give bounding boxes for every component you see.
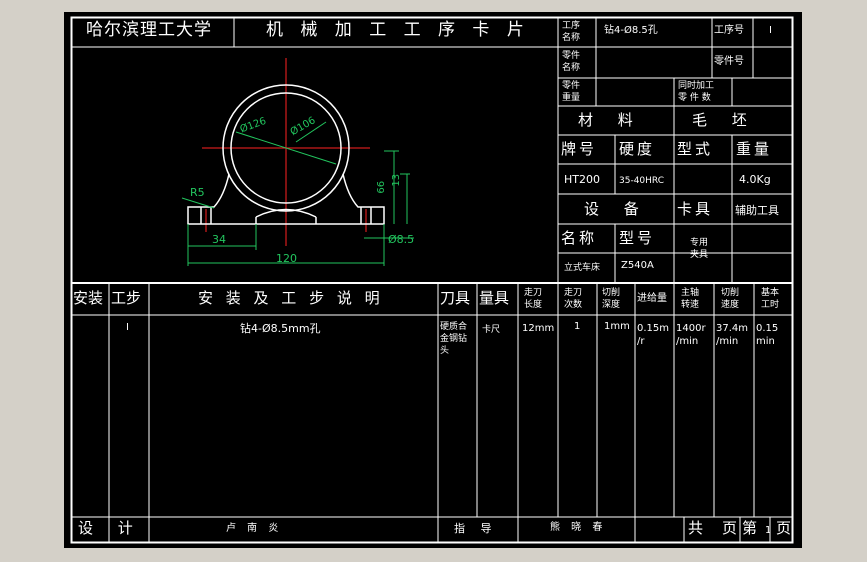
- process-card: 哈尔滨理工大学 机 械 加 工 工 序 卡 片 工序 名称 钻4-Ø8.5孔 工…: [64, 12, 802, 548]
- th-spindle-speed: 主轴 转速: [681, 288, 700, 310]
- row-depth: 1mm: [604, 321, 630, 332]
- center-lines: [202, 58, 370, 246]
- process-number-label: 工序号: [714, 25, 744, 36]
- equipment-model-label: 型号: [619, 229, 656, 247]
- row-description: 钻4-Ø8.5mm孔: [240, 322, 321, 335]
- dim-r5: R5: [190, 186, 205, 199]
- part-weight-label: 零件 重量: [562, 81, 581, 103]
- blank-label: 毛 坯: [692, 111, 757, 129]
- th-passes: 走刀 次数: [564, 288, 583, 310]
- th-tool: 刀具: [440, 289, 471, 307]
- dim-34: 34: [212, 233, 226, 246]
- university-name: 哈尔滨理工大学: [86, 20, 212, 40]
- process-name-value: 钻4-Ø8.5孔: [604, 25, 658, 36]
- design-label: 设 计: [78, 519, 143, 537]
- brand-value: HT200: [564, 173, 600, 186]
- equipment-name-value: 立式车床: [564, 263, 601, 273]
- row-tool: 硬质合 金钢钻 头: [440, 322, 468, 356]
- th-gauge: 量具: [479, 289, 510, 307]
- page-suffix: 页: [776, 519, 795, 537]
- pages-label: 页: [722, 519, 741, 537]
- dim-66: 66: [376, 180, 388, 194]
- part-number-label: 零件号: [714, 56, 744, 67]
- page-number-label: 第: [742, 519, 761, 537]
- hardness-value: 35-40HRC: [619, 176, 665, 186]
- row-cut-length: 12mm: [522, 323, 555, 334]
- page-number: 1: [765, 525, 772, 536]
- dim-120: 120: [276, 252, 297, 265]
- aux-tool-label: 辅助工具: [735, 204, 779, 217]
- hardness-label: 硬度: [619, 140, 656, 158]
- row-step: I: [126, 322, 129, 333]
- advisor-name: 熊 晓 春: [550, 522, 607, 533]
- th-cutting-speed: 切削 速度: [721, 288, 740, 310]
- th-depth: 切削 深度: [602, 288, 621, 310]
- form-label: 型式: [677, 140, 714, 158]
- weight-value: 4.0Kg: [739, 173, 771, 186]
- simultaneous-parts-label: 同时加工 零 件 数: [678, 81, 715, 103]
- process-name-label: 工序 名称: [562, 21, 581, 43]
- th-description: 安 装 及 工 步 说 明: [198, 289, 384, 307]
- part-name-label: 零件 名称: [562, 51, 581, 73]
- material-label: 材 料: [578, 111, 643, 129]
- designer-name: 卢 南 炎: [226, 523, 283, 534]
- row-spindle-speed: 1400r /min: [676, 323, 706, 347]
- row-gauge: 卡尺: [482, 325, 501, 335]
- brand-label: 牌号: [561, 140, 598, 158]
- th-feed: 进给量: [637, 293, 667, 304]
- row-passes: 1: [574, 321, 581, 332]
- th-install: 安装: [73, 289, 104, 307]
- total-label: 共: [688, 519, 707, 537]
- row-basic-time: 0.15 min: [756, 323, 779, 347]
- weight-label: 重量: [736, 140, 773, 158]
- equipment-label: 设 备: [584, 200, 649, 218]
- equipment-model-value: Z540A: [621, 260, 654, 271]
- guide-label: 指 导: [454, 522, 498, 535]
- th-basic-time: 基本 工时: [761, 288, 780, 310]
- dim-d8-5: Ø8.5: [388, 233, 415, 246]
- equipment-name-label: 名称: [561, 229, 598, 247]
- th-cut-length: 走刀 长度: [524, 288, 543, 310]
- fixture-value: 专用 夹具: [690, 238, 709, 260]
- process-number-value: I: [769, 25, 772, 36]
- card-title: 机 械 加 工 工 序 卡 片: [266, 20, 530, 40]
- dim-13: 13: [391, 173, 403, 187]
- row-feed: 0.15m /r: [637, 323, 670, 347]
- fixture-label: 卡具: [677, 200, 714, 218]
- row-cutting-speed: 37.4m /min: [716, 323, 749, 347]
- th-step: 工步: [111, 289, 142, 307]
